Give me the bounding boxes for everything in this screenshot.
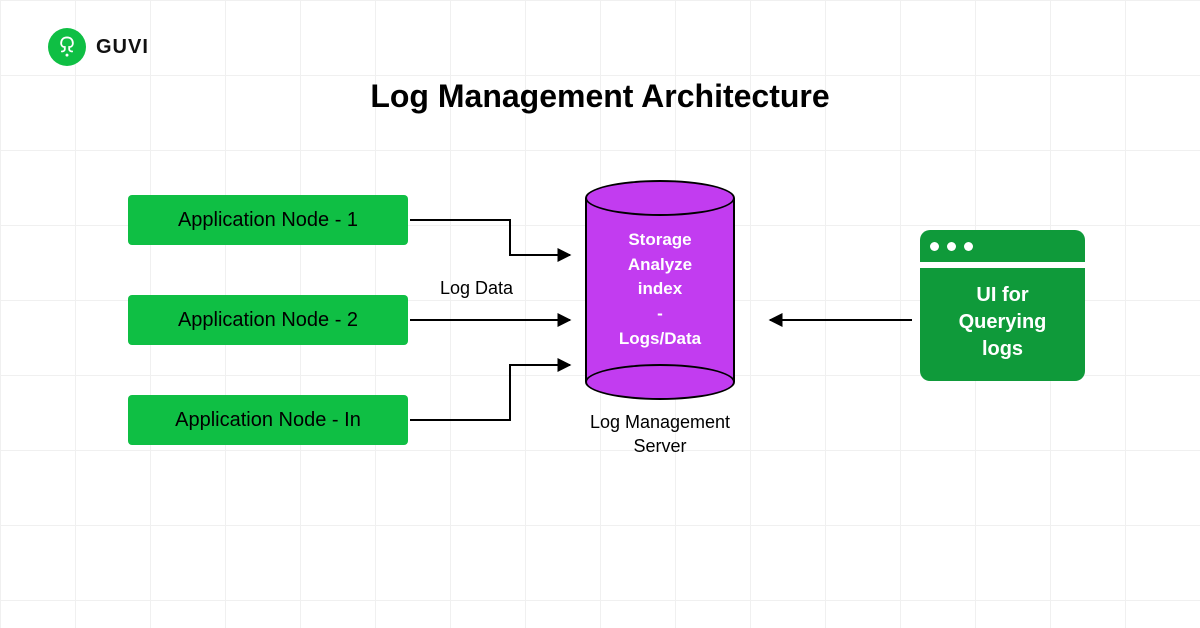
ui-query-label: UI forQueryinglogs xyxy=(920,268,1085,381)
diagram-title: Log Management Architecture xyxy=(370,78,829,115)
ui-query-window: UI forQueryinglogs xyxy=(920,230,1085,381)
application-node-2-label: Application Node - 2 xyxy=(178,309,358,332)
window-titlebar xyxy=(920,230,1085,262)
window-dot-icon xyxy=(947,242,956,251)
database-cylinder: StorageAnalyzeindex-Logs/Data xyxy=(585,180,735,400)
brand-name: GUVI xyxy=(96,36,149,59)
application-node-2: Application Node - 2 xyxy=(128,295,408,345)
database-text: StorageAnalyzeindex-Logs/Data xyxy=(585,228,735,351)
window-dot-icon xyxy=(964,242,973,251)
brand-logo: GUVI xyxy=(48,28,149,66)
application-node-1-label: Application Node - 1 xyxy=(178,209,358,232)
database-label: Log ManagementServer xyxy=(585,410,735,459)
application-node-1: Application Node - 1 xyxy=(128,195,408,245)
window-dot-icon xyxy=(930,242,939,251)
application-node-n: Application Node - In xyxy=(128,395,408,445)
brand-logo-icon xyxy=(48,28,86,66)
edge-label-log-data: Log Data xyxy=(440,278,513,299)
application-node-n-label: Application Node - In xyxy=(175,409,361,432)
